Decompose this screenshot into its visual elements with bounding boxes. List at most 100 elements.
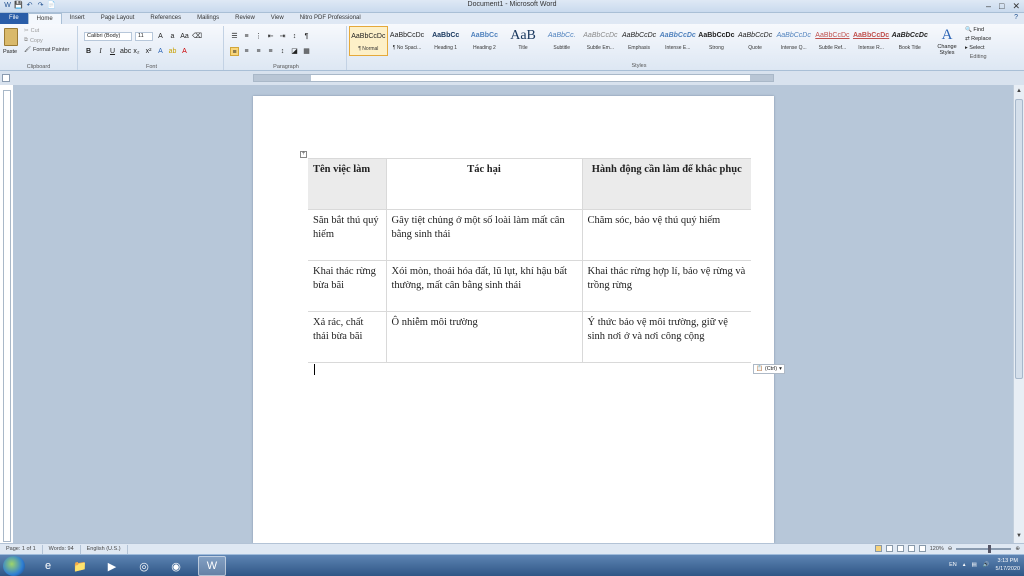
shading-icon[interactable]: ◪	[290, 47, 299, 56]
tray-arrow-icon[interactable]: ▴	[963, 562, 966, 568]
table-cell[interactable]: Khai thác rừng hợp lí, bảo vệ rừng và tr…	[581, 260, 751, 312]
outline-icon[interactable]	[907, 545, 915, 552]
draft-icon[interactable]	[918, 545, 926, 552]
web-layout-icon[interactable]	[896, 545, 904, 552]
network-icon[interactable]: ▤	[971, 562, 976, 568]
table-header-cell[interactable]: Tên việc làm	[308, 158, 386, 210]
scroll-down-icon[interactable]: ▼	[1015, 532, 1023, 541]
zoom-slider[interactable]	[956, 544, 1012, 553]
tab-home[interactable]: Home	[27, 13, 62, 24]
style-intense-emphasis[interactable]: AaBbCcDc Intense E...	[658, 26, 697, 56]
table-cell[interactable]: Săn bắt thú quý hiếm	[308, 209, 386, 261]
shrink-font-icon[interactable]: a	[168, 32, 177, 41]
italic-icon[interactable]: I	[96, 47, 105, 56]
highlight-icon[interactable]: ab	[168, 47, 177, 56]
find-button[interactable]: 🔍 Find	[965, 27, 991, 33]
style-intense-quote[interactable]: AaBbCcDc Intense Q...	[774, 26, 813, 56]
numbering-icon[interactable]: ≡	[242, 32, 251, 41]
chrome-icon[interactable]: ◉	[162, 556, 190, 576]
style-intense-reference[interactable]: AaBbCcDc Intense R...	[852, 26, 891, 56]
volume-icon[interactable]: 🔊	[983, 562, 990, 568]
help-icon[interactable]: ?	[1014, 14, 1018, 21]
table-cell[interactable]: Khai thác rừng bừa bãi	[308, 260, 386, 312]
internet-explorer-icon[interactable]: e	[34, 556, 62, 576]
paste-options-button[interactable]: 📋 (Ctrl) ▾	[753, 364, 785, 374]
table-cell[interactable]: Ý thức bảo vệ môi trường, giữ vệ sinh nơ…	[581, 311, 751, 363]
vertical-scrollbar[interactable]: ▲ ▼	[1013, 85, 1024, 543]
table-cell[interactable]: Xói mòn, thoái hóa đất, lũ lụt, khí hậu …	[385, 260, 582, 312]
style-emphasis[interactable]: AaBbCcDc Emphasis	[620, 26, 659, 56]
change-case-icon[interactable]: Aa	[180, 32, 189, 41]
scroll-up-icon[interactable]: ▲	[1015, 87, 1023, 96]
format-painter-button[interactable]: 🖌 Format Painter	[24, 47, 69, 53]
zoom-level[interactable]: 120%	[930, 546, 944, 552]
minimize-button[interactable]: –	[986, 0, 991, 12]
tab-view[interactable]: View	[263, 13, 292, 24]
page-count[interactable]: Page: 1 of 1	[0, 544, 43, 554]
paste-button[interactable]: Paste	[3, 49, 17, 55]
language-indicator-tray[interactable]: EN	[949, 562, 957, 568]
align-right-icon[interactable]: ≡	[254, 47, 263, 56]
tab-references[interactable]: References	[142, 13, 189, 24]
style-book-title[interactable]: AaBbCcDc Book Title	[890, 26, 929, 56]
word-taskbar-icon[interactable]: W	[198, 556, 226, 576]
change-styles-button[interactable]: A Change Styles	[934, 27, 960, 56]
style-title[interactable]: AaB Title	[504, 26, 543, 56]
clock[interactable]: 3:13 PM 5/17/2020	[996, 557, 1020, 573]
table-cell[interactable]: Ô nhiễm môi trường	[385, 311, 582, 363]
style-subtle-emphasis[interactable]: AaBbCcDc Subtle Em...	[581, 26, 620, 56]
tab-page-layout[interactable]: Page Layout	[93, 13, 143, 24]
sort-icon[interactable]: ↕	[290, 32, 299, 41]
tab-file[interactable]: File	[0, 13, 28, 24]
table-cell[interactable]: Chăm sóc, bảo vệ thú quý hiếm	[581, 209, 751, 261]
full-screen-icon[interactable]	[885, 545, 893, 552]
justify-icon[interactable]: ≡	[266, 47, 275, 56]
style-normal[interactable]: AaBbCcDc ¶ Normal	[349, 26, 388, 56]
language-indicator[interactable]: English (U.S.)	[81, 544, 128, 554]
increase-indent-icon[interactable]: ⇥	[278, 32, 287, 41]
zoom-out-icon[interactable]: ⊖	[948, 546, 953, 552]
copy-button[interactable]: ⧉ Copy	[24, 37, 69, 44]
underline-icon[interactable]: U	[108, 47, 117, 56]
align-left-icon[interactable]: ≡	[230, 47, 239, 56]
tab-nitro-pdf[interactable]: Nitro PDF Professional	[292, 13, 369, 24]
style-heading-2[interactable]: AaBbCc Heading 2	[465, 26, 504, 56]
strikethrough-icon[interactable]: abc	[120, 47, 131, 56]
style-quote[interactable]: AaBbCcDc Quote	[736, 26, 775, 56]
maximize-button[interactable]: □	[999, 0, 1004, 12]
zoom-in-icon[interactable]: ⊕	[1015, 546, 1020, 552]
style-strong[interactable]: AaBbCcDc Strong	[697, 26, 736, 56]
select-button[interactable]: ▸ Select	[965, 45, 991, 51]
table-cell[interactable]: Xả rác, chất thải bừa bãi	[308, 311, 386, 363]
multilevel-list-icon[interactable]: ⋮	[254, 32, 263, 41]
media-player-icon[interactable]: ▶	[98, 556, 126, 576]
vertical-ruler[interactable]	[3, 90, 11, 542]
print-layout-icon[interactable]	[874, 545, 882, 552]
style-heading-1[interactable]: AaBbCc Heading 1	[426, 26, 465, 56]
tab-review[interactable]: Review	[227, 13, 263, 24]
bold-icon[interactable]: B	[84, 47, 93, 56]
tab-mailings[interactable]: Mailings	[189, 13, 227, 24]
style-no-spacing[interactable]: AaBbCcDc ¶ No Spaci...	[388, 26, 427, 56]
horizontal-ruler[interactable]	[253, 74, 774, 82]
line-spacing-icon[interactable]: ↕	[278, 47, 287, 56]
file-explorer-icon[interactable]: 📁	[66, 556, 94, 576]
word-count[interactable]: Words: 94	[43, 544, 81, 554]
table-header-cell[interactable]: Tác hại	[385, 158, 582, 210]
close-button[interactable]: ✕	[1012, 0, 1020, 12]
show-marks-icon[interactable]: ¶	[302, 32, 311, 41]
table-cell[interactable]: Gây tiệt chủng ở một số loài làm mất cân…	[385, 209, 582, 261]
replace-button[interactable]: ⇄ Replace	[965, 36, 991, 42]
zoom-slider-knob[interactable]	[988, 544, 992, 553]
tab-insert[interactable]: Insert	[62, 13, 93, 24]
paste-icon[interactable]	[4, 28, 18, 46]
cut-button[interactable]: ✂ Cut	[24, 28, 69, 34]
tab-selector[interactable]	[2, 74, 10, 82]
clear-format-icon[interactable]: ⌫	[192, 32, 202, 41]
app-icon[interactable]: ◎	[130, 556, 158, 576]
text-effects-icon[interactable]: A	[156, 47, 165, 56]
scroll-thumb[interactable]	[1015, 99, 1023, 379]
table-move-handle-icon[interactable]: +	[300, 151, 307, 158]
table-header-cell[interactable]: Hành động cần làm để khắc phục	[581, 158, 751, 210]
bullets-icon[interactable]: ☰	[230, 32, 239, 41]
